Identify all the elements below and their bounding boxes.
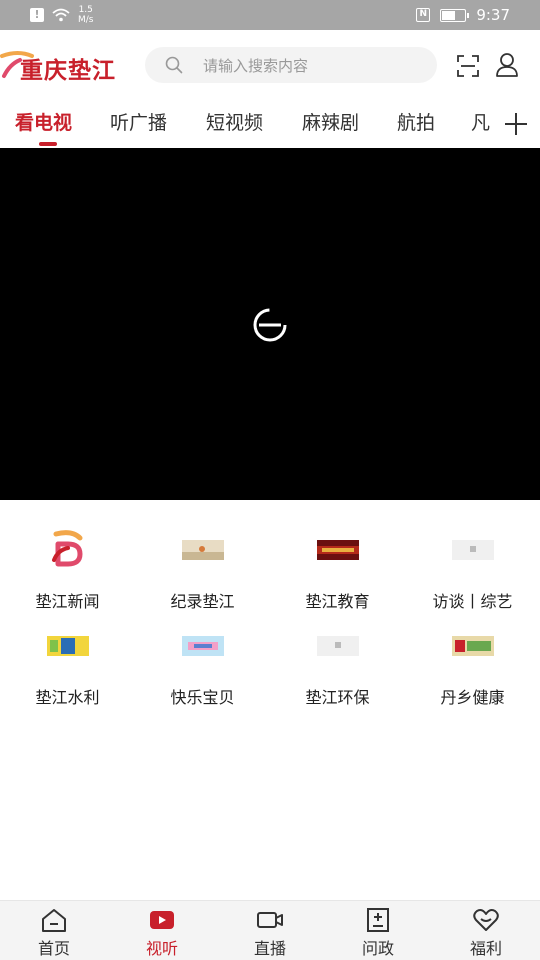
scan-icon[interactable] — [456, 54, 480, 78]
nav-home[interactable]: 首页 — [0, 901, 108, 960]
channel-label: 垫江水利 — [35, 688, 100, 707]
channel-label: 访谈丨综艺 — [432, 592, 513, 611]
user-profile-icon[interactable] — [495, 52, 519, 78]
nfc-icon: N — [416, 8, 431, 22]
channel-item[interactable]: 垫江水利 — [0, 626, 135, 707]
channel-item[interactable]: 垫江环保 — [270, 626, 405, 707]
channel-label: 垫江教育 — [305, 592, 370, 611]
channel-label: 纪录垫江 — [170, 592, 235, 611]
tab-radio[interactable]: 听广播 — [110, 108, 167, 135]
channel-item[interactable]: 访谈丨综艺 — [405, 530, 540, 611]
tab-short-video[interactable]: 短视频 — [206, 108, 263, 135]
loading-spinner-icon — [253, 308, 287, 342]
happy-baby-thumbnail — [181, 636, 224, 656]
nav-label: 首页 — [37, 939, 70, 958]
channel-item[interactable]: 垫江新闻 — [0, 530, 135, 611]
nav-live[interactable]: 直播 — [216, 901, 324, 960]
search-icon — [165, 56, 183, 74]
network-speed-unit: M/s — [78, 15, 94, 25]
channel-item[interactable]: 快乐宝贝 — [135, 626, 270, 707]
status-bar-left: ! 1.5 M/s — [30, 5, 94, 25]
channel-label: 快乐宝贝 — [170, 688, 235, 707]
tab-drama[interactable]: 麻辣剧 — [302, 108, 359, 135]
network-speed: 1.5 M/s — [78, 5, 94, 25]
nav-label: 视听 — [145, 939, 178, 958]
search-bar[interactable]: 请输入搜索内容 — [145, 47, 437, 83]
document-icon — [367, 908, 389, 932]
water-conservancy-thumbnail — [46, 636, 89, 656]
channel-label: 垫江新闻 — [35, 592, 100, 611]
app-header: 重庆垫江 请输入搜索内容 — [0, 30, 540, 102]
tab-watch-tv[interactable]: 看电视 — [15, 108, 72, 135]
channel-item[interactable]: 纪录垫江 — [135, 530, 270, 611]
app-logo-icon — [51, 530, 82, 567]
video-play-icon — [150, 911, 174, 929]
channel-item[interactable]: 垫江教育 — [270, 530, 405, 611]
status-bar-right: N 9:37 — [416, 6, 510, 24]
active-tab-indicator — [39, 142, 57, 146]
bottom-navigation: 首页 视听 直播 问政 福利 — [0, 900, 540, 960]
nav-inquiry[interactable]: 问政 — [324, 901, 432, 960]
camera-icon — [257, 912, 283, 928]
heart-icon — [473, 909, 499, 931]
add-tab-icon[interactable] — [503, 105, 529, 139]
home-icon — [42, 909, 66, 932]
category-tabs: 看电视 听广播 短视频 麻辣剧 航拍 凡 — [0, 102, 540, 148]
clock: 9:37 — [476, 6, 510, 24]
notification-alert-icon: ! — [30, 8, 44, 22]
status-bar: ! 1.5 M/s N 9:37 — [0, 0, 540, 30]
health-thumbnail — [451, 636, 494, 656]
nav-welfare[interactable]: 福利 — [432, 901, 540, 960]
interview-thumbnail — [451, 540, 494, 560]
video-player[interactable] — [0, 148, 540, 500]
nav-label: 福利 — [469, 939, 502, 958]
nav-label: 问政 — [361, 939, 394, 958]
app-logo[interactable]: 重庆垫江 — [0, 46, 130, 86]
channel-label: 垫江环保 — [305, 688, 370, 707]
channel-label: 丹乡健康 — [440, 688, 505, 707]
battery-level — [442, 10, 455, 20]
wifi-icon — [52, 8, 70, 22]
nav-video[interactable]: 视听 — [108, 901, 216, 960]
nav-label: 直播 — [253, 939, 286, 958]
education-thumbnail — [316, 540, 359, 560]
network-speed-value: 1.5 — [78, 5, 93, 15]
tab-partial[interactable]: 凡 — [471, 108, 490, 135]
battery-icon — [440, 8, 470, 22]
documentary-thumbnail — [181, 540, 224, 560]
channel-item[interactable]: 丹乡健康 — [405, 626, 540, 707]
environment-thumbnail — [316, 636, 359, 656]
tab-aerial[interactable]: 航拍 — [397, 108, 435, 135]
search-placeholder: 请输入搜索内容 — [203, 56, 309, 75]
logo-text: 重庆垫江 — [20, 57, 116, 84]
